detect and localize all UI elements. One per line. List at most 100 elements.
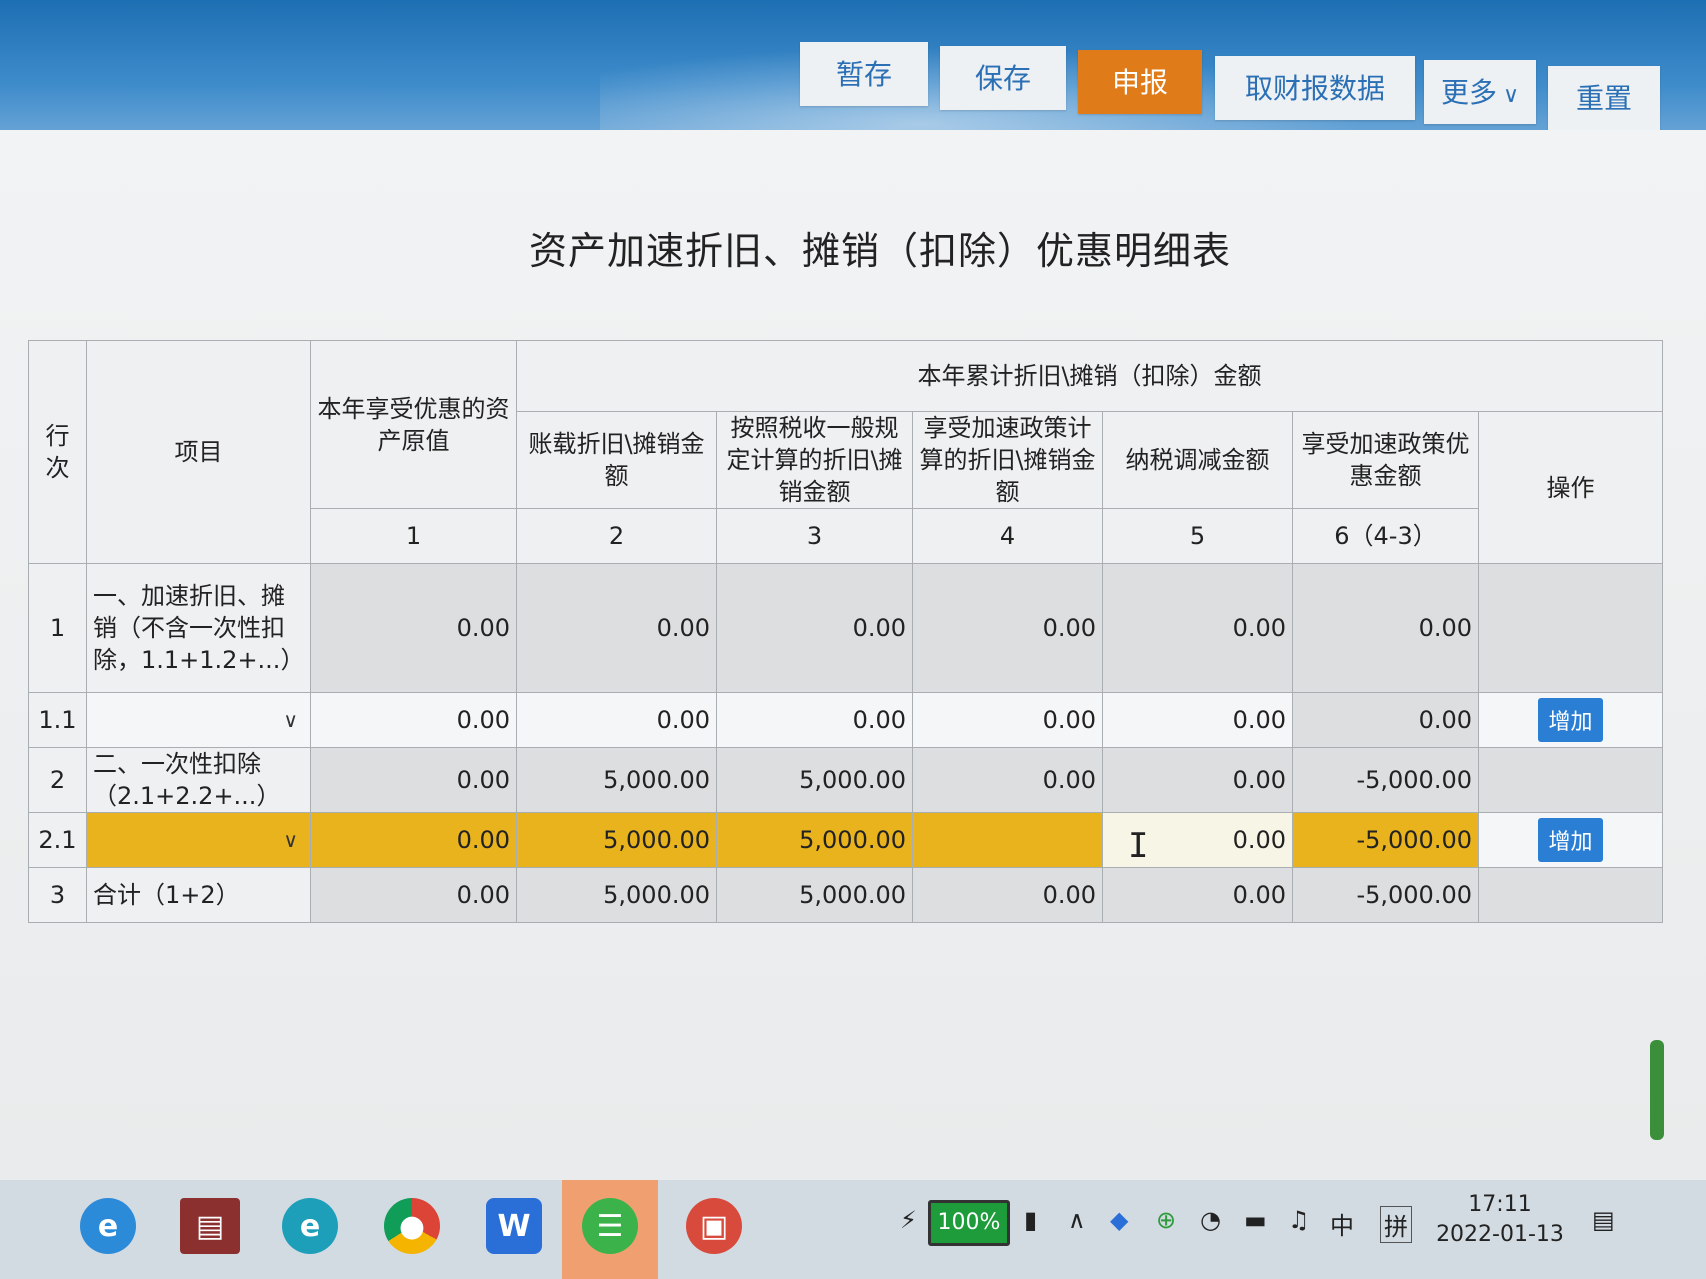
cell-col1: 0.00 [310, 563, 517, 693]
chevron-down-icon: ∨ [283, 828, 298, 852]
show-hidden-icons-chevron-up-icon[interactable]: ∧ [1068, 1206, 1086, 1234]
security-app-icon[interactable]: ⊕ [1156, 1206, 1176, 1234]
cell-col4: 0.00 [912, 867, 1103, 923]
row-number: 2 [28, 747, 87, 813]
cell-action: 增加 [1478, 692, 1663, 748]
detail-table-container: 行次 项目 本年享受优惠的资产原值 本年累计折旧\摊销（扣除）金额 账载折旧\摊… [28, 340, 1663, 923]
input-col2[interactable]: 0.00 [516, 692, 717, 748]
ime-language[interactable]: 中 [1330, 1206, 1354, 1241]
input-col5[interactable]: 0.00 [1102, 692, 1293, 748]
cell-col6: -5,000.00 [1292, 747, 1479, 813]
keyboard-icon[interactable]: ▬ [1244, 1206, 1267, 1234]
input-col3[interactable]: 5,000.00 [716, 812, 913, 868]
header-col1: 本年享受优惠的资产原值 [310, 340, 517, 509]
page-title: 资产加速折旧、摊销（扣除）优惠明细表 [528, 229, 1231, 273]
header-col3: 按照税收一般规定计算的折旧\摊销金额 [716, 411, 913, 509]
row-number: 1 [28, 563, 87, 693]
input-col4[interactable] [912, 812, 1103, 868]
input-col1[interactable]: 0.00 [310, 692, 517, 748]
declare-button[interactable]: 申报 [1078, 50, 1202, 114]
item-select[interactable]: ∨ [86, 692, 311, 748]
table-row: 1 一、加速折旧、摊销（不含一次性扣除，1.1+1.2+...） 0.00 0.… [28, 563, 1663, 693]
text-cursor-icon: I [1128, 826, 1149, 866]
detail-table: 行次 项目 本年享受优惠的资产原值 本年累计折旧\摊销（扣除）金额 账载折旧\摊… [28, 340, 1663, 923]
header-col2: 账载折旧\摊销金额 [516, 411, 717, 509]
notification-icon[interactable]: ▤ [1592, 1206, 1615, 1234]
col-number-6: 6（4-3） [1292, 508, 1479, 564]
add-row-button[interactable]: 增加 [1538, 698, 1603, 742]
clock-date: 2022-01-13 [1436, 1222, 1564, 1247]
col-number-4: 4 [912, 508, 1103, 564]
header-col6: 享受加速政策优惠金额 [1292, 411, 1479, 509]
more-label: 更多 [1440, 76, 1497, 109]
cell-col6: 0.00 [1292, 692, 1479, 748]
scrollbar[interactable] [1650, 1040, 1664, 1140]
header-col5: 纳税调减金额 [1102, 411, 1293, 509]
dropbox-icon[interactable]: ◆ [1110, 1206, 1128, 1234]
cell-col5: 0.00 [1102, 563, 1293, 693]
charging-icon: ⚡ [900, 1206, 917, 1234]
header-item: 项目 [86, 340, 311, 564]
input-col4[interactable]: 0.00 [912, 692, 1103, 748]
chevron-down-icon: ∨ [1502, 83, 1520, 108]
save-button[interactable]: 保存 [940, 46, 1066, 110]
col-number-5: 5 [1102, 508, 1293, 564]
cell-col6: -5,000.00 [1292, 812, 1479, 868]
cell-col3: 5,000.00 [716, 747, 913, 813]
taskbar: e ▤ e ● W ☰ ▣ ⚡ 100% ▮ ∧ ◆ ⊕ ◔ ▬ ♫ 中 拼 1… [0, 1180, 1706, 1279]
cell-col3: 0.00 [716, 563, 913, 693]
row-item-label: 一、加速折旧、摊销（不含一次性扣除，1.1+1.2+...） [86, 563, 311, 693]
clock-time: 17:11 [1468, 1192, 1532, 1217]
cell-col1: 0.00 [310, 867, 517, 923]
table-row: 3 合计（1+2） 0.00 5,000.00 5,000.00 0.00 0.… [28, 867, 1663, 923]
col-number-1: 1 [310, 508, 517, 564]
input-col2[interactable]: 5,000.00 [516, 812, 717, 868]
edge-browser-icon[interactable]: e [282, 1198, 338, 1254]
app-red-icon[interactable]: ▣ [686, 1198, 742, 1254]
cell-action [1478, 563, 1663, 693]
wechat-icon[interactable]: ☰ [582, 1198, 638, 1254]
cell-col4: 0.00 [912, 747, 1103, 813]
system-clock[interactable]: 17:11 2022-01-13 [1435, 1190, 1565, 1250]
wifi-icon[interactable]: ◔ [1200, 1206, 1221, 1234]
input-col3[interactable]: 0.00 [716, 692, 913, 748]
usb-icon[interactable]: ▮ [1024, 1206, 1037, 1234]
volume-icon[interactable]: ♫ [1288, 1206, 1310, 1234]
table-row: 2.1 ∨ 0.00 5,000.00 5,000.00 0.00 -5,000… [28, 812, 1663, 868]
cell-col6: -5,000.00 [1292, 867, 1479, 923]
reset-button[interactable]: 重置 [1548, 66, 1660, 130]
header-col7: 操作 [1478, 411, 1663, 564]
more-dropdown-button[interactable]: 更多 ∨ [1424, 60, 1536, 124]
item-select[interactable]: ∨ [86, 812, 311, 868]
chrome-browser-icon[interactable]: ● [384, 1198, 440, 1254]
fetch-financial-data-button[interactable]: 取财报数据 [1215, 56, 1415, 120]
header-row-no: 行次 [28, 340, 87, 564]
cell-col2: 5,000.00 [516, 747, 717, 813]
row-number: 2.1 [28, 812, 87, 868]
cell-col6: 0.00 [1292, 563, 1479, 693]
cell-action: 增加 [1478, 812, 1663, 868]
cell-col2: 5,000.00 [516, 867, 717, 923]
input-col1[interactable]: 0.00 [310, 812, 517, 868]
cell-col2: 0.00 [516, 563, 717, 693]
header-col4: 享受加速政策计算的折旧\摊销金额 [912, 411, 1103, 509]
ime-mode[interactable]: 拼 [1380, 1206, 1412, 1243]
winrar-icon[interactable]: ▤ [180, 1198, 240, 1254]
ie-browser-icon[interactable]: e [80, 1198, 136, 1254]
wps-icon[interactable]: W [486, 1198, 542, 1254]
cell-col4: 0.00 [912, 563, 1103, 693]
row-number: 3 [28, 867, 87, 923]
col-number-3: 3 [716, 508, 913, 564]
chevron-down-icon: ∨ [283, 708, 298, 732]
toolbar: 暂存 保存 申报 取财报数据 更多 ∨ 重置 [0, 42, 1706, 132]
row-item-label: 合计（1+2） [86, 867, 311, 923]
battery-indicator[interactable]: 100% [928, 1200, 1010, 1246]
table-row: 2 二、一次性扣除（2.1+2.2+...） 0.00 5,000.00 5,0… [28, 747, 1663, 813]
save-draft-button[interactable]: 暂存 [800, 42, 928, 106]
add-row-button[interactable]: 增加 [1538, 818, 1603, 862]
cell-action [1478, 747, 1663, 813]
cell-action [1478, 867, 1663, 923]
row-number: 1.1 [28, 692, 87, 748]
cell-col1: 0.00 [310, 747, 517, 813]
table-row: 1.1 ∨ 0.00 0.00 0.00 0.00 0.00 0.00 增加 [28, 692, 1663, 748]
